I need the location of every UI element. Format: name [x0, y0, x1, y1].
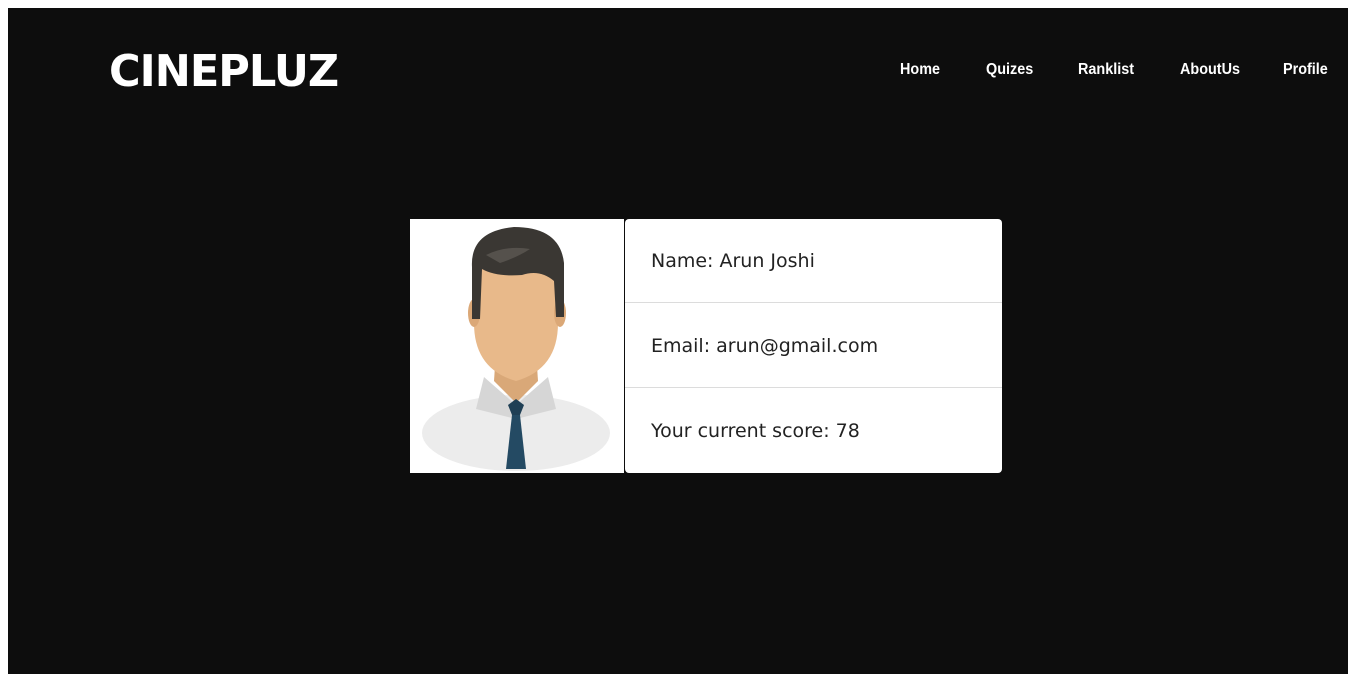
page: CINEPLUZ Home Quizes Ranklist AboutUs Pr…: [8, 8, 1348, 674]
avatar: [410, 219, 624, 473]
nav-ranklist[interactable]: Ranklist: [1078, 60, 1134, 80]
nav-profile[interactable]: Profile: [1283, 60, 1328, 80]
profile-score: Your current score: 78: [651, 420, 860, 442]
nav-aboutus[interactable]: AboutUs: [1180, 60, 1240, 80]
profile-info: Name: Arun Joshi Email: arun@gmail.com Y…: [625, 219, 1002, 473]
profile-email: Email: arun@gmail.com: [625, 304, 1002, 388]
user-avatar-icon: [422, 227, 610, 471]
nav-home[interactable]: Home: [900, 60, 940, 80]
profile-card: Name: Arun Joshi Email: arun@gmail.com Y…: [410, 219, 1002, 473]
profile-name: Name: Arun Joshi: [625, 219, 1002, 303]
nav-quizes[interactable]: Quizes: [986, 60, 1033, 80]
site-logo[interactable]: CINEPLUZ: [109, 47, 339, 97]
